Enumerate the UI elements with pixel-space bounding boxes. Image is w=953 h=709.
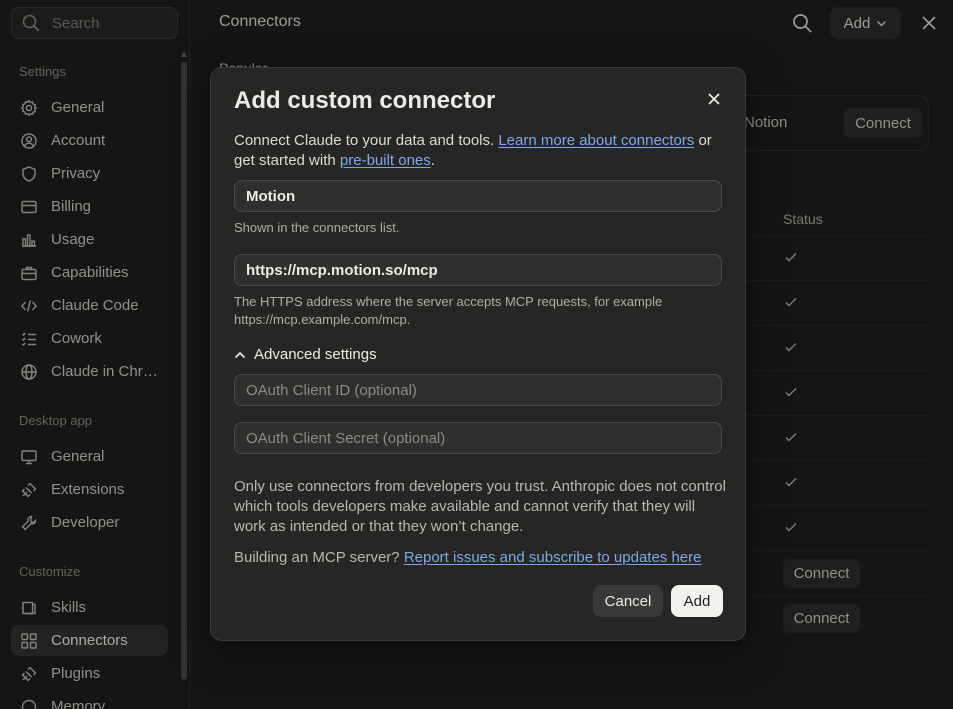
mcp-server-note: Building an MCP server? Report issues an… (234, 549, 702, 566)
advanced-settings-label: Advanced settings (254, 346, 377, 363)
url-hint: The HTTPS address where the server accep… (234, 294, 663, 327)
intro-text: Connect Claude to your data and tools. (234, 132, 499, 149)
intro-text: . (430, 152, 435, 169)
dialog-intro: Connect Claude to your data and tools. L… (234, 131, 724, 171)
report-issues-link[interactable]: Report issues and subscribe to updates h… (404, 549, 702, 566)
connector-name-field[interactable] (234, 180, 722, 212)
oauth-client-id-field[interactable] (234, 374, 722, 406)
mcp-text: Building an MCP server? (234, 549, 404, 566)
learn-more-link[interactable]: Learn more about connectors (498, 132, 694, 149)
dialog-title: Add custom connector (234, 87, 496, 114)
oauth-client-secret-field[interactable] (234, 422, 722, 454)
advanced-settings-toggle[interactable]: Advanced settings (234, 346, 377, 363)
close-icon[interactable] (707, 92, 721, 106)
add-custom-connector-dialog: Add custom connector Connect Claude to y… (210, 67, 746, 641)
trust-warning: Only use connectors from developers you … (234, 478, 726, 535)
connector-url-field[interactable] (234, 254, 722, 286)
pre-built-link[interactable]: pre-built ones (340, 152, 431, 169)
add-button[interactable]: Add (671, 585, 723, 617)
chevron-up-icon (234, 351, 246, 358)
cancel-button[interactable]: Cancel (593, 585, 663, 617)
name-hint: Shown in the connectors list. (234, 220, 400, 235)
